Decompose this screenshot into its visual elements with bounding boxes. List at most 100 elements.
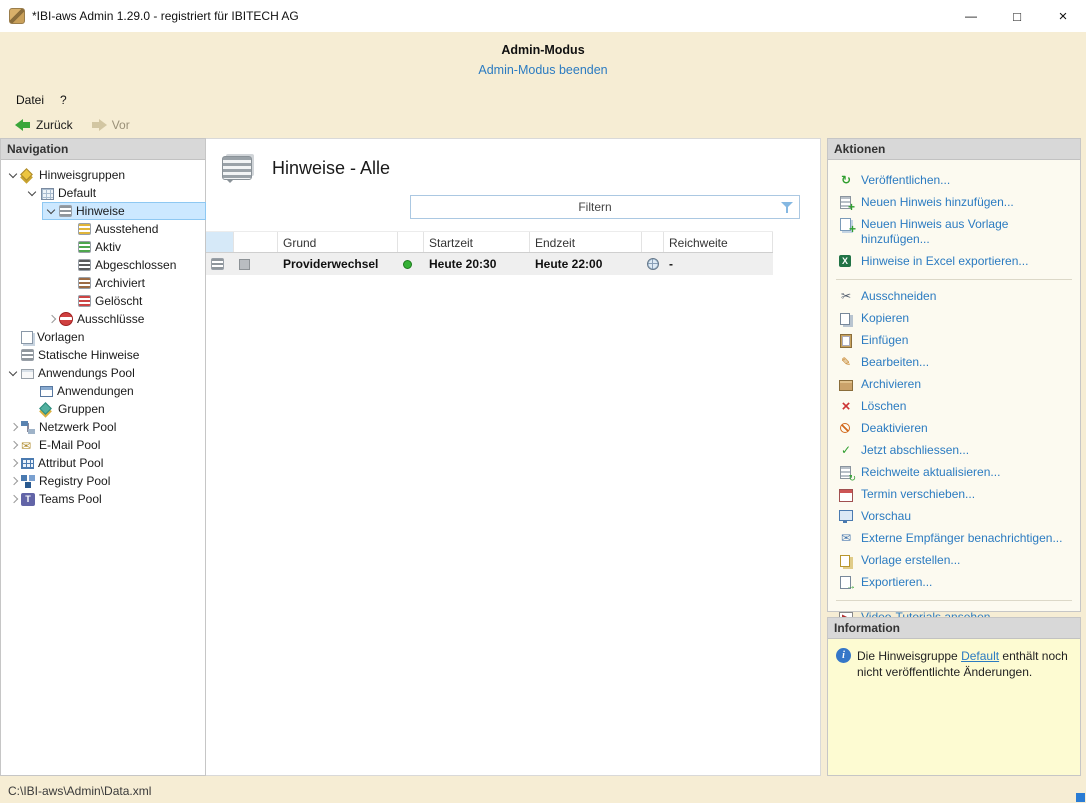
statusbar-path: C:\IBI-aws\Admin\Data.xml [8,784,151,798]
tree-item-attribut-pool[interactable]: Attribut Pool [1,454,205,472]
filter-funnel-icon[interactable] [780,202,794,214]
hinweise-note-icon [222,156,252,180]
tree-item-content: Hinweisgruppen [5,167,205,183]
tree-item-registry-pool[interactable]: Registry Pool [1,472,205,490]
actions-list: Veröffentlichen... Neuen Hinweis hinzufüg… [828,160,1080,629]
default-group-link[interactable]: Default [961,649,999,663]
column-header-icon[interactable] [642,232,664,252]
minimize-button[interactable]: — [948,0,994,32]
paste-icon [838,333,854,348]
column-header-icon[interactable] [206,232,234,252]
resize-grip[interactable] [1076,793,1085,802]
action-termin-verschieben[interactable]: Termin verschieben... [828,484,1080,506]
column-header-startzeit[interactable]: Startzeit [424,232,530,252]
chevron-right-icon[interactable] [6,456,21,470]
default-group-icon [40,187,54,200]
chevron-down-icon[interactable] [44,204,59,218]
cut-icon [838,289,854,304]
chevron-spacer [63,222,78,236]
action-externe-empfanger-benachrichtigen[interactable]: Externe Empfänger benachrichtigen... [828,528,1080,550]
column-header-reichweite[interactable]: Reichweite [664,232,773,252]
actions-panel: Aktionen Veröffentlichen... Neuen Hinweis… [827,138,1081,612]
forward-button[interactable]: Vor [84,116,137,134]
tree-item-archiviert[interactable]: Archiviert [1,274,205,292]
information-text: Die Hinweisgruppe Default enthält noch n… [857,648,1072,680]
action-archivieren[interactable]: Archivieren [828,374,1080,396]
tree-item-default[interactable]: Default [1,184,205,202]
tree-item-statische-hinweise[interactable]: Statische Hinweise [1,346,205,364]
attribut-pool-icon [21,458,34,469]
chevron-right-icon[interactable] [6,492,21,506]
menu-datei[interactable]: Datei [8,90,52,110]
admin-mode-exit-link[interactable]: Admin-Modus beenden [478,63,607,77]
filter-input[interactable] [411,196,799,218]
action-vorschau[interactable]: Vorschau [828,506,1080,528]
tree-item-netzwerk-pool[interactable]: Netzwerk Pool [1,418,205,436]
action-kopieren[interactable]: Kopieren [828,308,1080,330]
chevron-right-icon[interactable] [6,474,21,488]
menu-help[interactable]: ? [52,90,75,110]
abgeschlossen-icon [78,259,91,271]
tree-item-vorlagen[interactable]: Vorlagen [1,328,205,346]
action-einfugen[interactable]: Einfügen [828,330,1080,352]
tree-item-gruppen[interactable]: Gruppen [1,400,205,418]
copy-icon [838,311,854,326]
tree-item-label: Netzwerk Pool [39,420,116,434]
chevron-down-icon[interactable] [6,168,21,182]
info-icon [836,648,851,663]
email-pool-icon [21,439,35,452]
tree-item-e-mail-pool[interactable]: E-Mail Pool [1,436,205,454]
action-exportieren[interactable]: Exportieren... [828,572,1080,594]
tree-item-abgeschlossen[interactable]: Abgeschlossen [1,256,205,274]
chevron-spacer [63,294,78,308]
tree-item-content: Ausschlüsse [43,311,205,327]
action-deaktivieren[interactable]: Deaktivieren [828,418,1080,440]
column-header-endzeit[interactable]: Endzeit [530,232,642,252]
action-label: Löschen [861,399,906,414]
back-button[interactable]: Zurück [8,116,80,134]
chevron-right-icon[interactable] [44,312,59,326]
column-header-icon[interactable] [234,232,278,252]
tree-item-hinweisgruppen[interactable]: Hinweisgruppen [1,166,205,184]
tree-item-label: Ausschlüsse [77,312,144,326]
action-neuen-hinweis-hinzufugen[interactable]: Neuen Hinweis hinzufügen... [828,192,1080,214]
action-ausschneiden[interactable]: Ausschneiden [828,286,1080,308]
archive-icon [838,377,854,392]
chevron-down-icon[interactable] [6,366,21,380]
tree-item-teams-pool[interactable]: Teams Pool [1,490,205,508]
action-vorlage-erstellen[interactable]: Vorlage erstellen... [828,550,1080,572]
anwendungs-pool-icon [21,369,34,379]
tree-item-label: Default [58,186,96,200]
tree-item-hinweise[interactable]: Hinweise [1,202,205,220]
window-controls: — □ × [948,0,1086,32]
action-hinweise-in-excel-exportieren[interactable]: Hinweise in Excel exportieren... [828,251,1080,273]
tree-item-anwendungs-pool[interactable]: Anwendungs Pool [1,364,205,382]
action-label: Veröffentlichen... [861,173,950,188]
table-row[interactable]: ProviderwechselHeute 20:30Heute 22:00- [206,253,773,275]
tree-item-anwendungen[interactable]: Anwendungen [1,382,205,400]
tree-item-ausstehend[interactable]: Ausstehend [1,220,205,238]
tree-item-ausschlusse[interactable]: Ausschlüsse [1,310,205,328]
tree-item-geloscht[interactable]: Gelöscht [1,292,205,310]
preview-icon [838,509,854,524]
tree-item-aktiv[interactable]: Aktiv [1,238,205,256]
action-loschen[interactable]: Löschen [828,396,1080,418]
ausschluesse-icon [59,312,73,326]
maximize-button[interactable]: □ [994,0,1040,32]
action-reichweite-aktualisieren[interactable]: Reichweite aktualisieren... [828,462,1080,484]
action-label: Jetzt abschliessen... [861,443,969,458]
action-label: Vorlage erstellen... [861,553,960,568]
action-veroffentlichen[interactable]: Veröffentlichen... [828,170,1080,192]
chevron-right-icon[interactable] [6,420,21,434]
actions-header: Aktionen [828,139,1080,160]
chevron-right-icon[interactable] [6,438,21,452]
action-neuen-hinweis-aus-vorlage-hinzufugen[interactable]: Neuen Hinweis aus Vorlage hinzufügen... [828,214,1080,251]
square-icon [239,259,250,270]
close-button[interactable]: × [1040,0,1086,32]
action-bearbeiten[interactable]: Bearbeiten... [828,352,1080,374]
column-header-grund[interactable]: Grund [278,232,398,252]
action-jetzt-abschliessen[interactable]: Jetzt abschliessen... [828,440,1080,462]
chevron-down-icon[interactable] [25,186,40,200]
column-header-icon[interactable] [398,232,424,252]
statusbar: C:\IBI-aws\Admin\Data.xml [0,779,1086,803]
